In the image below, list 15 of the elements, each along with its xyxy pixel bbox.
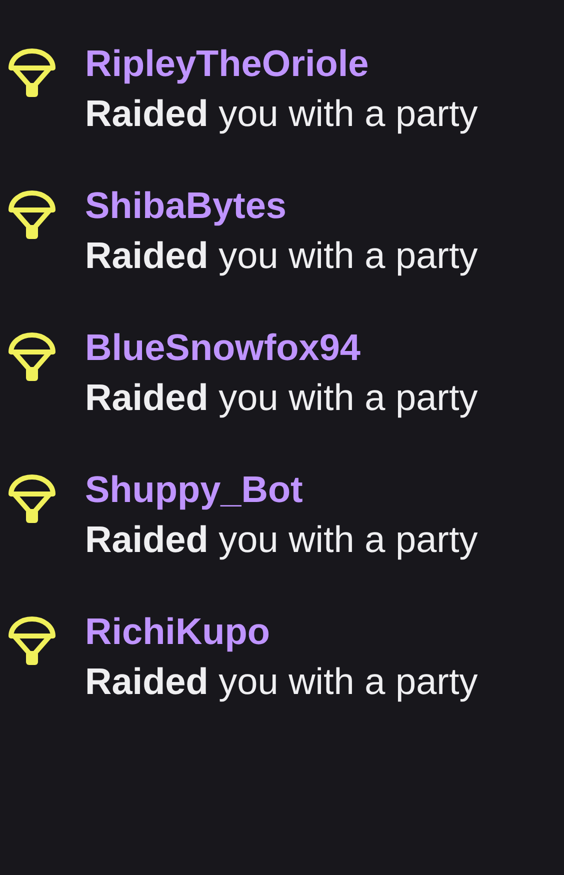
raid-message: Raided you with a party xyxy=(85,376,478,420)
username[interactable]: RipleyTheOriole xyxy=(85,40,369,88)
parachute-icon xyxy=(7,48,57,100)
username[interactable]: BlueSnowfox94 xyxy=(85,324,360,372)
username[interactable]: Shuppy_Bot xyxy=(85,466,303,514)
raid-message: Raided you with a party xyxy=(85,660,478,704)
username[interactable]: RichiKupo xyxy=(85,608,270,656)
raid-message: Raided you with a party xyxy=(85,92,478,136)
raid-message: Raided you with a party xyxy=(85,518,478,562)
parachute-icon xyxy=(7,616,57,668)
username[interactable]: ShibaBytes xyxy=(85,182,287,230)
raid-message: Raided you with a party xyxy=(85,234,478,278)
parachute-icon xyxy=(7,190,57,242)
parachute-icon xyxy=(7,474,57,526)
parachute-icon xyxy=(7,332,57,384)
